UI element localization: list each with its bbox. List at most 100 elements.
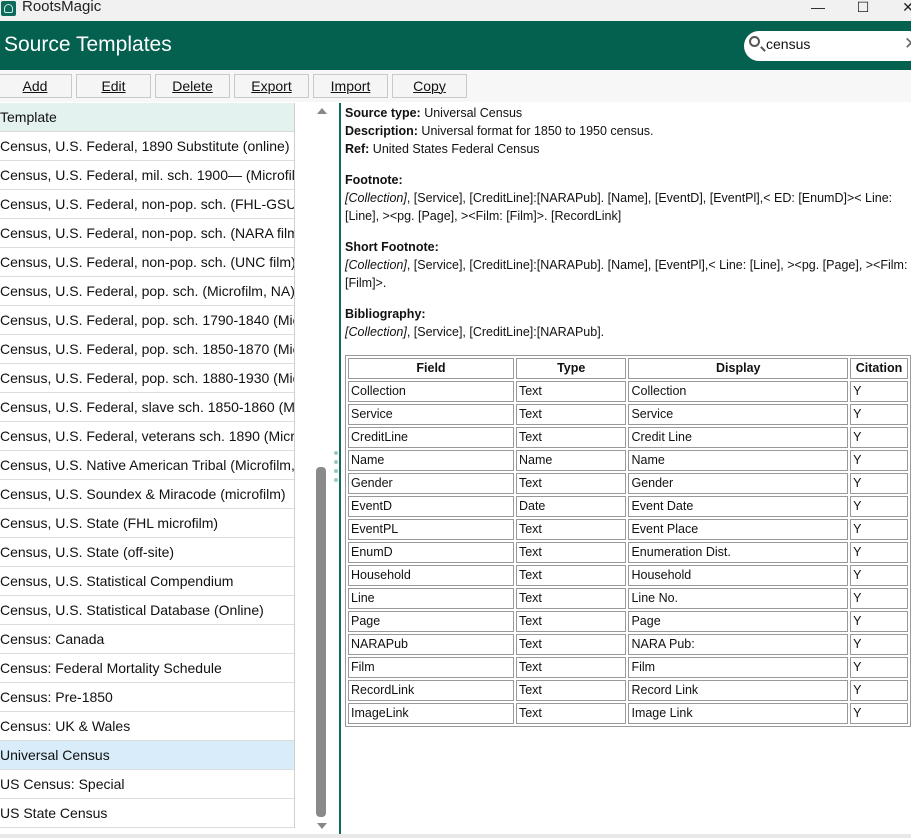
- template-list[interactable]: Template Census, U.S. Federal, 1890 Subs…: [0, 103, 295, 828]
- type-cell: Name: [515, 450, 627, 471]
- citation-cell: Y: [850, 542, 908, 563]
- bibliography-rest: , [Service], [CreditLine]:[NARAPub].: [406, 325, 605, 339]
- type-cell: Text: [515, 473, 627, 494]
- table-row: Household Text Household Y: [348, 565, 908, 586]
- field-cell: EventD: [348, 496, 514, 517]
- template-list-item[interactable]: Census, U.S. Federal, 1890 Substitute (o…: [0, 132, 294, 161]
- citation-cell: Y: [850, 473, 908, 494]
- template-list-scrollbar[interactable]: [313, 103, 330, 831]
- template-list-item[interactable]: US State Census: [0, 799, 294, 828]
- display-cell: Page: [628, 611, 849, 632]
- template-list-item[interactable]: Census, U.S. Federal, non-pop. sch. (UNC…: [0, 248, 294, 277]
- description-value: Universal format for 1850 to 1950 census…: [421, 124, 654, 138]
- template-list-item[interactable]: Census, U.S. Federal, pop. sch. 1790-184…: [0, 306, 294, 335]
- template-list-item[interactable]: Census, U.S. Federal, non-pop. sch. (FHL…: [0, 190, 294, 219]
- template-list-item[interactable]: Census, U.S. Federal, pop. sch. (Microfi…: [0, 277, 294, 306]
- scrollbar-thumb[interactable]: [316, 467, 326, 817]
- search-icon: [749, 36, 760, 47]
- template-list-item[interactable]: US Census: Special: [0, 770, 294, 799]
- template-list-item[interactable]: Census: Federal Mortality Schedule: [0, 654, 294, 683]
- citation-cell: Y: [850, 381, 908, 402]
- bibliography-text: [Collection], [Service], [CreditLine]:[N…: [345, 323, 911, 341]
- citation-cell: Y: [850, 404, 908, 425]
- template-list-item[interactable]: Census, U.S. Soundex & Miracode (microfi…: [0, 480, 294, 509]
- template-list-item[interactable]: Census: Pre-1850: [0, 683, 294, 712]
- field-cell: Name: [348, 450, 514, 471]
- type-cell: Text: [515, 634, 627, 655]
- table-row: Service Text Service Y: [348, 404, 908, 425]
- template-list-item[interactable]: Census, U.S. Federal, mil. sch. 1900— (M…: [0, 161, 294, 190]
- delete-button[interactable]: Delete: [155, 74, 230, 98]
- citation-cell: Y: [850, 703, 908, 724]
- app-title: RootsMagic: [22, 0, 102, 15]
- title-bar: RootsMagic — ☐ ✕: [0, 0, 911, 21]
- citation-cell: Y: [850, 634, 908, 655]
- bibliography-collection: [Collection]: [345, 325, 407, 339]
- toolbar: Add Edit Delete Export Import Copy: [0, 70, 911, 102]
- template-list-item[interactable]: Census, U.S. Federal, slave sch. 1850-18…: [0, 393, 294, 422]
- field-cell: Line: [348, 588, 514, 609]
- template-list-item[interactable]: Census: Canada: [0, 625, 294, 654]
- scroll-up-arrow-icon[interactable]: [317, 108, 327, 114]
- scroll-down-arrow-icon[interactable]: [317, 823, 327, 829]
- template-detail: Source type: Universal Census Descriptio…: [345, 104, 911, 341]
- template-list-item[interactable]: Census, U.S. Federal, pop. sch. 1850-187…: [0, 335, 294, 364]
- template-list-header[interactable]: Template: [0, 103, 294, 132]
- template-list-item[interactable]: Census: UK & Wales: [0, 712, 294, 741]
- clear-search-icon[interactable]: ✕: [904, 34, 911, 54]
- display-cell: Household: [628, 565, 849, 586]
- template-list-item[interactable]: Census, U.S. Federal, pop. sch. 1880-193…: [0, 364, 294, 393]
- table-row: ImageLink Text Image Link Y: [348, 703, 908, 724]
- edit-button[interactable]: Edit: [76, 74, 151, 98]
- fields-table-header: Field Type Display Citation: [348, 358, 908, 379]
- display-cell: Film: [628, 657, 849, 678]
- template-list-item[interactable]: Census, U.S. Statistical Compendium: [0, 567, 294, 596]
- maximize-button[interactable]: ☐: [843, 0, 883, 21]
- type-cell: Text: [515, 657, 627, 678]
- field-cell: Film: [348, 657, 514, 678]
- display-cell: Record Link: [628, 680, 849, 701]
- pane-splitter[interactable]: [332, 103, 342, 834]
- table-row: Page Text Page Y: [348, 611, 908, 632]
- search-box[interactable]: ✕: [744, 31, 911, 61]
- field-cell: ImageLink: [348, 703, 514, 724]
- template-list-item[interactable]: Census, U.S. State (FHL microfilm): [0, 509, 294, 538]
- bibliography-section: Bibliography: [Collection], [Service], […: [345, 305, 911, 341]
- type-cell: Text: [515, 519, 627, 540]
- splitter-grip-icon[interactable]: [334, 451, 338, 487]
- template-list-item[interactable]: Census, U.S. Federal, veterans sch. 1890…: [0, 422, 294, 451]
- citation-cell: Y: [850, 588, 908, 609]
- field-cell: Collection: [348, 381, 514, 402]
- display-cell: Line No.: [628, 588, 849, 609]
- display-cell: Service: [628, 404, 849, 425]
- field-cell: EventPL: [348, 519, 514, 540]
- add-button[interactable]: Add: [0, 74, 72, 98]
- short-footnote-collection: [Collection]: [345, 258, 407, 272]
- import-button[interactable]: Import: [313, 74, 388, 98]
- citation-cell: Y: [850, 427, 908, 448]
- copy-button[interactable]: Copy: [392, 74, 467, 98]
- citation-cell: Y: [850, 657, 908, 678]
- minimize-button[interactable]: —: [798, 0, 838, 21]
- template-list-item[interactable]: Census, U.S. State (off-site): [0, 538, 294, 567]
- template-list-item[interactable]: Census, U.S. Statistical Database (Onlin…: [0, 596, 294, 625]
- field-cell: Gender: [348, 473, 514, 494]
- short-footnote-text: [Collection], [Service], [CreditLine]:[N…: [345, 256, 911, 292]
- table-row: Collection Text Collection Y: [348, 381, 908, 402]
- table-row: Gender Text Gender Y: [348, 473, 908, 494]
- template-list-item[interactable]: Census, U.S. Native American Tribal (Mic…: [0, 451, 294, 480]
- close-window-button[interactable]: ✕: [888, 0, 911, 21]
- template-list-item[interactable]: Census, U.S. Federal, non-pop. sch. (NAR…: [0, 219, 294, 248]
- ref-row: Ref: United States Federal Census: [345, 140, 911, 158]
- footnote-collection: [Collection]: [345, 191, 407, 205]
- display-cell: Gender: [628, 473, 849, 494]
- fields-table: Field Type Display Citation Collection Te…: [345, 355, 911, 727]
- citation-cell: Y: [850, 611, 908, 632]
- search-input[interactable]: [766, 36, 886, 52]
- field-cell: Page: [348, 611, 514, 632]
- export-button[interactable]: Export: [234, 74, 309, 98]
- type-cell: Text: [515, 427, 627, 448]
- template-list-item[interactable]: Universal Census: [0, 741, 294, 770]
- ref-value: United States Federal Census: [372, 142, 540, 156]
- table-row: Film Text Film Y: [348, 657, 908, 678]
